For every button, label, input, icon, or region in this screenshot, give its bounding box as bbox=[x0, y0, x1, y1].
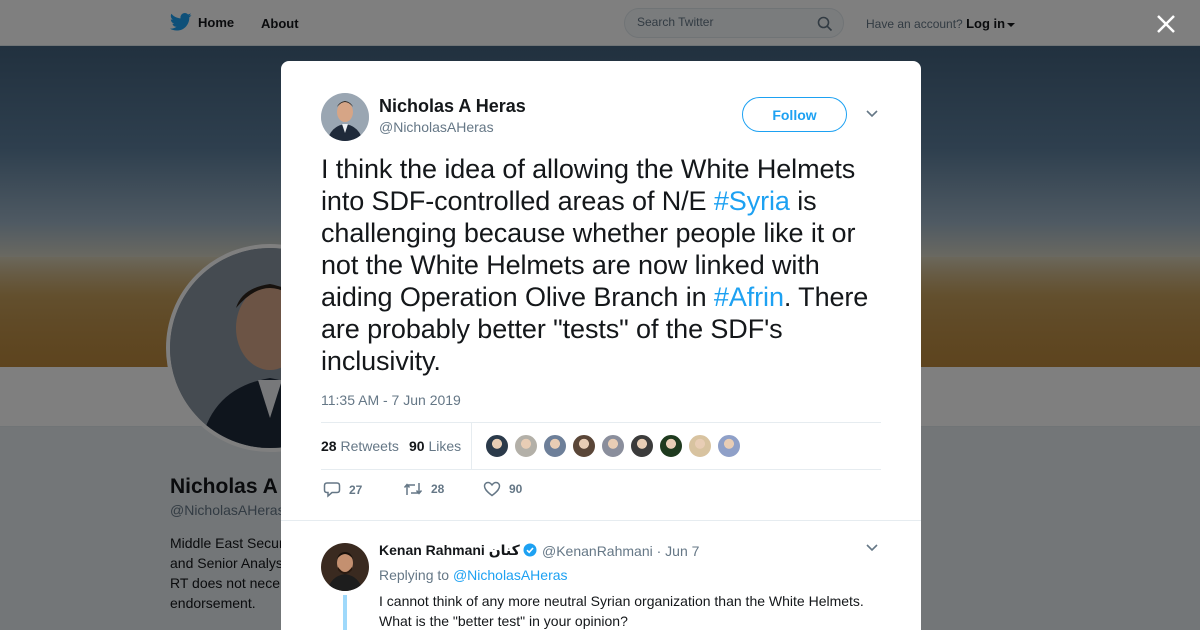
reply-author-avatar[interactable] bbox=[321, 543, 369, 591]
author-avatar[interactable] bbox=[321, 93, 369, 141]
reply-action[interactable]: 27 bbox=[323, 481, 362, 498]
verified-badge-icon bbox=[523, 543, 537, 557]
follow-button[interactable]: Follow bbox=[742, 97, 847, 132]
tweet-text: I think the idea of allowing the White H… bbox=[321, 153, 891, 377]
replying-to-link[interactable]: @NicholasAHeras bbox=[453, 567, 568, 583]
retweet-action[interactable]: 28 bbox=[403, 481, 444, 497]
like-count: 90 bbox=[509, 482, 523, 496]
chevron-down-icon[interactable] bbox=[865, 543, 879, 553]
author-name[interactable]: Nicholas A Heras bbox=[379, 96, 526, 117]
retweets-count: 28 bbox=[321, 438, 337, 454]
likers-avatars bbox=[485, 434, 741, 458]
liker-avatar[interactable] bbox=[543, 434, 567, 458]
tweet-timestamp[interactable]: 11:35 AM - 7 Jun 2019 bbox=[321, 392, 461, 408]
replying-prefix: Replying to bbox=[379, 567, 453, 583]
retweets-stat[interactable]: 28 Retweets bbox=[321, 438, 399, 454]
reply-count: 27 bbox=[349, 482, 363, 497]
liker-avatar[interactable] bbox=[717, 434, 741, 458]
author-avatar-image bbox=[321, 93, 369, 141]
liker-avatar[interactable] bbox=[630, 434, 654, 458]
liker-avatar[interactable] bbox=[688, 434, 712, 458]
liker-avatar[interactable] bbox=[572, 434, 596, 458]
heart-icon bbox=[483, 481, 501, 497]
reply-text: I cannot think of any more neutral Syria… bbox=[379, 593, 864, 629]
retweets-label: Retweets bbox=[340, 438, 399, 454]
thread-line bbox=[343, 595, 347, 630]
likes-label: Likes bbox=[428, 438, 462, 454]
like-action[interactable]: 90 bbox=[483, 481, 522, 497]
liker-avatar[interactable] bbox=[601, 434, 625, 458]
liker-avatar[interactable] bbox=[659, 434, 683, 458]
close-icon[interactable] bbox=[1152, 10, 1180, 38]
reply-author-name[interactable]: Kenan Rahmani كنان bbox=[379, 542, 537, 559]
reply-avatar-image bbox=[321, 543, 369, 591]
hashtag-link[interactable]: #Syria bbox=[714, 186, 790, 216]
likes-stat[interactable]: 90 Likes bbox=[409, 438, 461, 454]
hashtag-link[interactable]: #Afrin bbox=[714, 282, 784, 312]
retweet-icon bbox=[403, 483, 423, 495]
liker-avatar[interactable] bbox=[514, 434, 538, 458]
reply-author-name-text: Kenan Rahmani كنان bbox=[379, 542, 520, 558]
stats-divider bbox=[471, 423, 472, 470]
reply-icon bbox=[323, 482, 341, 498]
reply-author-handle[interactable]: @KenanRahmani · Jun 7 bbox=[542, 543, 699, 559]
liker-avatar[interactable] bbox=[485, 434, 509, 458]
retweet-count: 28 bbox=[431, 482, 445, 496]
section-divider bbox=[281, 520, 921, 521]
chevron-down-icon[interactable] bbox=[865, 109, 879, 119]
likes-count: 90 bbox=[409, 438, 425, 454]
tweet-stats: 28 Retweets 90 Likes bbox=[321, 422, 881, 470]
replying-to: Replying to @NicholasAHeras bbox=[379, 567, 568, 583]
tweet-modal: Nicholas A Heras @NicholasAHeras Follow … bbox=[281, 61, 921, 630]
author-handle[interactable]: @NicholasAHeras bbox=[379, 119, 494, 135]
